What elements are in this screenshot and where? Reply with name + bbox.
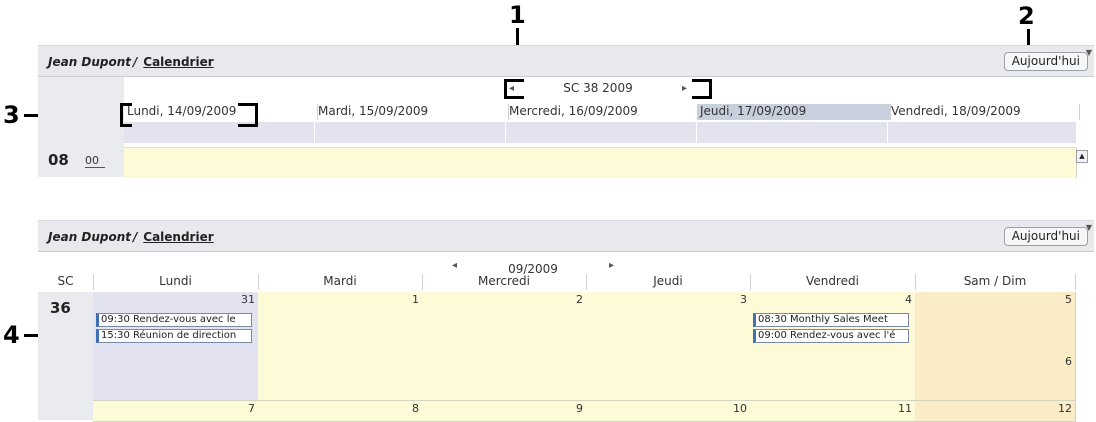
day-number: 8	[412, 402, 419, 415]
callout-bracket-3-right	[238, 103, 258, 127]
event-item[interactable]: 09:30 Rendez-vous avec le	[96, 313, 252, 327]
month-navigator: ◂ 09/2009 ▸	[448, 260, 618, 276]
day-number: 11	[898, 402, 912, 415]
callout-bracket-3-left	[120, 103, 132, 127]
day-number: 3	[740, 293, 747, 306]
column-header-wednesday: Mercredi	[422, 274, 587, 290]
owner-name: Jean Dupont	[48, 55, 132, 69]
today-button[interactable]: Aujourd'hui	[1003, 227, 1088, 246]
callout-number-4: 4	[3, 321, 20, 349]
callout-bracket-1-left	[504, 79, 524, 99]
callout-number-2: 2	[1018, 2, 1035, 30]
allday-strip-friday[interactable]	[888, 122, 1077, 143]
title-separator: /	[133, 55, 138, 69]
hour-label: 08	[48, 151, 69, 169]
owner-name: Jean Dupont	[48, 230, 132, 244]
allday-strip-tuesday[interactable]	[315, 122, 506, 143]
event-item[interactable]: 08:30 Monthly Sales Meet	[753, 313, 909, 327]
day-number: 5	[1065, 293, 1072, 306]
month-view-panel: Jean Dupont / Calendrier Aujourd'hui ▼ ◂ …	[38, 220, 1094, 422]
callout-number-3: 3	[3, 101, 20, 129]
day-cell-3[interactable]: 3	[586, 292, 751, 414]
column-header-monday: Lundi	[93, 274, 259, 290]
day-number: 12	[1058, 402, 1072, 415]
day-header-monday[interactable]: Lundi, 14/09/2009	[124, 104, 318, 120]
today-button[interactable]: Aujourd'hui	[1003, 52, 1088, 71]
next-month-icon[interactable]: ▸	[609, 260, 614, 271]
month-panel-title: Jean Dupont / Calendrier	[48, 230, 214, 244]
day-number: 10	[733, 402, 747, 415]
day-cell-5[interactable]: 5	[915, 292, 1076, 353]
column-header-thursday: Jeudi	[586, 274, 751, 290]
day-number: 9	[576, 402, 583, 415]
day-number: 4	[905, 293, 912, 306]
week-navigator: ◂ SC 38 2009 ▸	[503, 81, 693, 97]
week-panel-title: Jean Dupont / Calendrier	[48, 55, 214, 69]
callout-bracket-1-right	[692, 79, 712, 99]
scroll-up-icon[interactable]: ▲	[1076, 150, 1088, 163]
time-slot-monday[interactable]	[124, 147, 316, 178]
allday-strip-monday[interactable]	[124, 122, 315, 143]
calendar-link[interactable]: Calendrier	[143, 230, 213, 244]
week-body: ◂ SC 38 2009 ▸ Lundi, 14/09/2009 Mardi, …	[38, 77, 1094, 178]
day-header-thursday[interactable]: Jeudi, 17/09/2009	[697, 104, 891, 120]
next-week-icon[interactable]: ▸	[682, 83, 687, 94]
day-cell-2[interactable]: 2	[422, 292, 587, 414]
allday-strip-wednesday[interactable]	[506, 122, 697, 143]
month-panel-header: Jean Dupont / Calendrier Aujourd'hui ▼	[38, 221, 1094, 252]
collapse-arrow-icon[interactable]: ▼	[1086, 48, 1092, 57]
time-slot-friday[interactable]	[888, 147, 1077, 178]
week-view-panel: Jean Dupont / Calendrier Aujourd'hui ▼ ◂ …	[38, 45, 1094, 178]
day-number: 31	[241, 293, 255, 306]
day-header-friday[interactable]: Vendredi, 18/09/2009	[888, 104, 1080, 120]
column-header-tuesday: Mardi	[258, 274, 423, 290]
event-item[interactable]: 09:00 Rendez-vous avec l'é	[753, 329, 909, 343]
calendar-link[interactable]: Calendrier	[143, 55, 213, 69]
day-number: 2	[576, 293, 583, 306]
week-column-header: SC	[38, 274, 94, 290]
day-cell-31[interactable]: 31 09:30 Rendez-vous avec le 15:30 Réuni…	[93, 292, 259, 414]
callout-number-1: 1	[509, 1, 526, 29]
event-item[interactable]: 15:30 Réunion de direction	[96, 329, 252, 343]
allday-strip-thursday[interactable]	[697, 122, 888, 143]
week-number[interactable]: 36	[50, 299, 71, 317]
day-header-wednesday[interactable]: Mercredi, 16/09/2009	[506, 104, 700, 120]
column-header-friday: Vendredi	[750, 274, 916, 290]
column-header-weekend: Sam / Dim	[915, 274, 1076, 290]
minute-label: 00	[85, 154, 105, 168]
day-header-tuesday[interactable]: Mardi, 15/09/2009	[315, 104, 509, 120]
week-label: SC 38 2009	[563, 81, 633, 95]
day-number: 7	[248, 402, 255, 415]
day-cell-1[interactable]: 1	[258, 292, 423, 414]
day-number: 1	[412, 293, 419, 306]
time-slot-thursday[interactable]	[697, 147, 889, 178]
time-slot-wednesday[interactable]	[506, 147, 698, 178]
day-cell-4[interactable]: 4 08:30 Monthly Sales Meet 09:00 Rendez-…	[750, 292, 916, 414]
month-body: ◂ 09/2009 ▸ SC Lundi Mardi Mercredi Jeud…	[38, 252, 1094, 422]
title-separator: /	[133, 230, 138, 244]
day-number: 6	[1065, 355, 1072, 368]
time-slot-tuesday[interactable]	[315, 147, 507, 178]
week-panel-header: Jean Dupont / Calendrier Aujourd'hui ▼	[38, 46, 1094, 77]
collapse-arrow-icon[interactable]: ▼	[1086, 223, 1092, 232]
